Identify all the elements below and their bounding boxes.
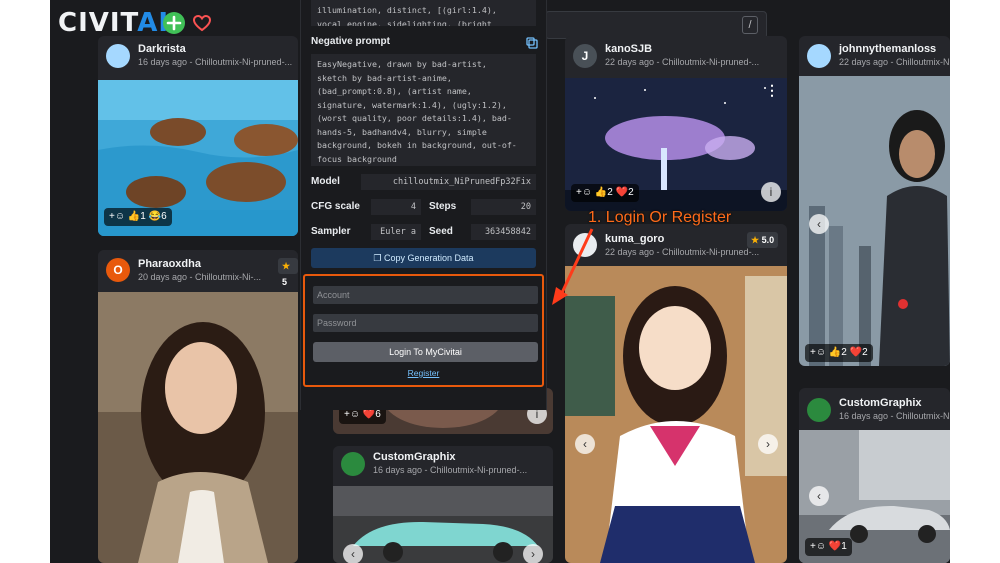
seed-value: 363458842: [471, 224, 536, 240]
rating-badge: ★ 5.0: [747, 232, 779, 248]
annotation-arrow-icon: [552, 228, 594, 305]
previous-arrow-icon[interactable]: ‹: [809, 486, 829, 506]
civitai-logo[interactable]: CIVITAI: [58, 8, 169, 38]
reaction-bar[interactable]: +☺ 👍2 ❤️2: [805, 344, 873, 362]
more-options-icon[interactable]: ⋮: [765, 82, 779, 99]
image-card[interactable]: Darkrista 16 days ago - Chilloutmix-Ni-p…: [98, 36, 298, 236]
password-input[interactable]: Password: [313, 314, 538, 332]
rating-value: 5.0: [761, 235, 775, 245]
seed-label: Seed: [429, 226, 453, 237]
reaction-bar[interactable]: +☺ 👍2 ❤️2: [571, 184, 639, 202]
avatar[interactable]: [807, 398, 831, 422]
cfg-scale-label: CFG scale: [311, 201, 360, 212]
search-shortcut-key: /: [742, 16, 758, 34]
image-card[interactable]: O Pharaoxdha 20 days ago - Chilloutmix-N…: [98, 250, 298, 563]
register-link[interactable]: Register: [305, 368, 542, 378]
copy-generation-data-button[interactable]: ❐ Copy Generation Data: [311, 248, 536, 268]
info-icon[interactable]: i: [761, 182, 781, 202]
negative-prompt-label: Negative prompt: [311, 36, 390, 47]
username[interactable]: CustomGraphix: [373, 451, 456, 463]
image-card[interactable]: CustomGraphix 16 days ago - Chilloutmix-…: [799, 388, 950, 563]
logo-text: CIVIT: [58, 8, 138, 38]
reaction-bar[interactable]: +☺ 👍1 😂6: [104, 208, 172, 226]
avatar[interactable]: [341, 452, 365, 476]
app-frame: CIVITAI / Darkrista 16 days ago - Chillo…: [50, 0, 950, 563]
prompt-text: illumination, distinct, [(girl:1.4), voc…: [311, 0, 536, 26]
copy-button-label: Copy Generation Data: [384, 253, 474, 263]
search-input[interactable]: /: [545, 11, 767, 39]
username[interactable]: kanoSJB: [605, 43, 652, 55]
post-meta: 22 days ago - Chilloutmix-Ni-pruned-...: [839, 57, 950, 67]
previous-arrow-icon[interactable]: ‹: [809, 214, 829, 234]
image-card[interactable]: J kanoSJB 22 days ago - Chilloutmix-Ni-p…: [565, 36, 787, 211]
copy-icon[interactable]: [526, 36, 538, 54]
card-image[interactable]: [565, 266, 787, 563]
previous-arrow-icon[interactable]: ‹: [343, 544, 363, 563]
username[interactable]: CustomGraphix: [839, 397, 922, 409]
heart-icon[interactable]: [191, 12, 213, 34]
star-icon: ★: [282, 261, 291, 271]
avatar[interactable]: [106, 44, 130, 68]
cfg-scale-value: 4: [371, 199, 421, 215]
rating-badge: ★ 5: [278, 258, 298, 287]
card-image[interactable]: [98, 292, 298, 563]
avatar[interactable]: J: [573, 44, 597, 68]
next-arrow-icon[interactable]: ›: [523, 544, 543, 563]
avatar[interactable]: O: [106, 258, 130, 282]
rating-value: 5: [282, 277, 288, 287]
username[interactable]: kuma_goro: [605, 233, 664, 245]
negative-prompt-text: EasyNegative, drawn by bad-artist, sketc…: [311, 54, 536, 166]
login-form: Account Password Login To MyCivitai Regi…: [303, 274, 544, 387]
model-value: chilloutmix_NiPrunedFp32Fix: [361, 174, 536, 190]
model-label: Model: [311, 176, 340, 187]
post-meta: 22 days ago - Chilloutmix-Ni-pruned-...: [605, 247, 760, 257]
avatar[interactable]: [807, 44, 831, 68]
login-button[interactable]: Login To MyCivitai: [313, 342, 538, 362]
add-icon[interactable]: [163, 12, 185, 34]
sampler-value: Euler a: [371, 224, 421, 240]
star-icon: ★: [751, 235, 760, 245]
annotation-text: 1. Login Or Register: [588, 209, 732, 226]
copy-icon: ❐: [373, 253, 384, 263]
post-meta: 20 days ago - Chilloutmix-Ni-...: [138, 272, 262, 282]
username[interactable]: Pharaoxdha: [138, 258, 201, 270]
card-image[interactable]: [333, 486, 553, 563]
account-input[interactable]: Account: [313, 286, 538, 304]
post-meta: 16 days ago - Chilloutmix-Ni-pruned-...: [138, 57, 293, 67]
next-arrow-icon[interactable]: ›: [758, 434, 778, 454]
steps-label: Steps: [429, 201, 457, 212]
post-meta: 16 days ago - Chilloutmix-Ni-pruned-...: [839, 411, 950, 421]
sampler-label: Sampler: [311, 226, 351, 237]
username[interactable]: Darkrista: [138, 43, 186, 55]
image-card[interactable]: johnnythemanloss 22 days ago - Chilloutm…: [799, 36, 950, 366]
username[interactable]: johnnythemanloss: [839, 43, 936, 55]
reaction-bar[interactable]: +☺ ❤️1: [805, 538, 852, 556]
previous-arrow-icon[interactable]: ‹: [575, 434, 595, 454]
steps-value: 20: [471, 199, 536, 215]
post-meta: 16 days ago - Chilloutmix-Ni-pruned-...: [373, 465, 528, 475]
image-card[interactable]: CustomGraphix 16 days ago - Chilloutmix-…: [333, 446, 553, 563]
post-meta: 22 days ago - Chilloutmix-Ni-pruned-...: [605, 57, 760, 67]
